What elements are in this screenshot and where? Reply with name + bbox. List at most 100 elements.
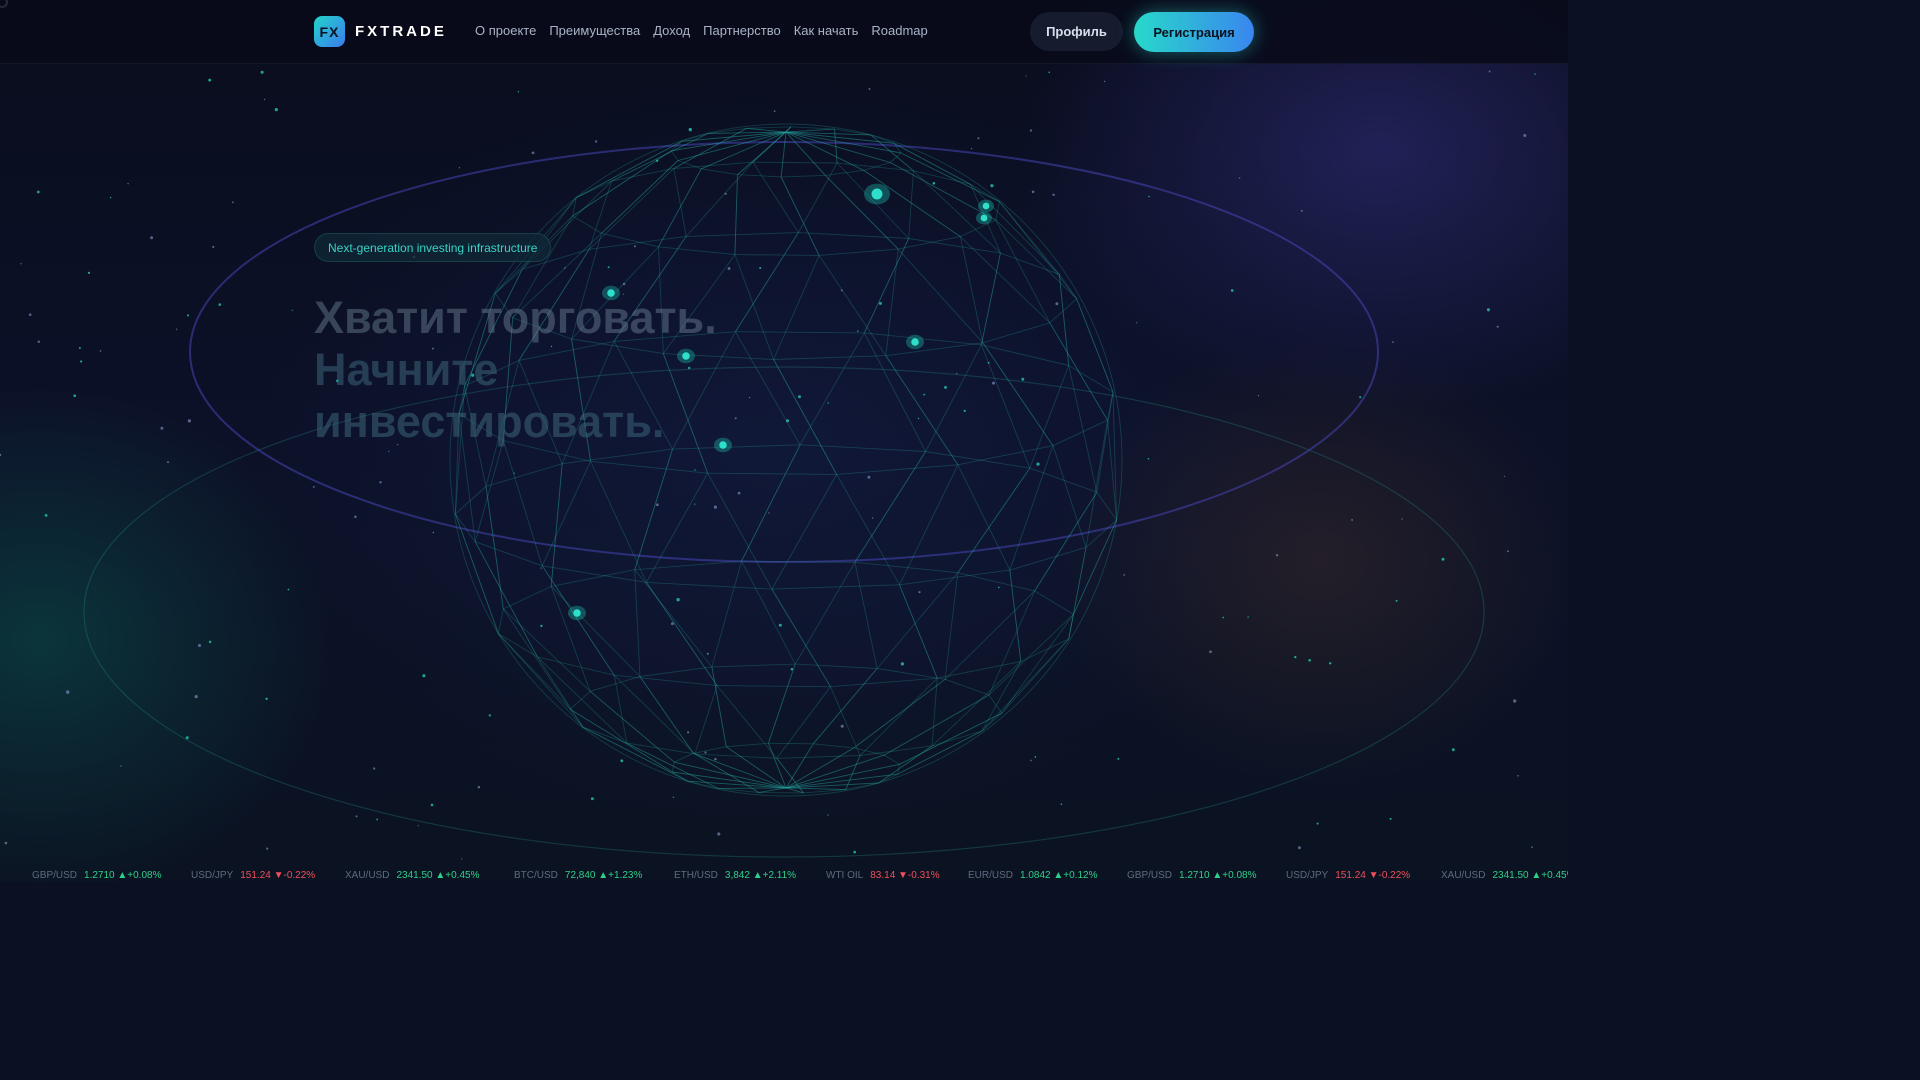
star: [194, 695, 198, 699]
globe-edge: [634, 569, 641, 677]
globe-edge: [813, 743, 854, 749]
star: [66, 690, 70, 694]
star: [594, 140, 598, 143]
ticker-item: USD/JPY 151.24 ▼-0.22%: [191, 870, 315, 881]
star: [1488, 70, 1491, 73]
globe-edge: [589, 690, 675, 763]
globe-edge: [908, 170, 914, 239]
logo[interactable]: FX FXTRADE: [314, 16, 447, 47]
globe-edge: [982, 342, 1054, 446]
globe-edge: [988, 590, 1036, 696]
star: [1247, 616, 1249, 618]
ticker-value: 1.2710 ▲+0.08%: [1179, 870, 1257, 881]
star: [432, 531, 435, 534]
nav-link-roadmap[interactable]: Roadmap: [871, 23, 927, 38]
globe-edge: [726, 746, 787, 789]
star: [827, 814, 829, 816]
ticker-item: EUR/USD 1.0842 ▲+0.12%: [968, 870, 1097, 881]
globe-edge: [957, 445, 1054, 466]
star: [1294, 655, 1297, 659]
star: [430, 803, 434, 807]
globe-edge: [734, 254, 820, 256]
globe-edge: [819, 248, 899, 256]
star: [1048, 71, 1051, 74]
globe-edge: [726, 742, 769, 748]
globe-edge: [767, 663, 796, 744]
globe-edge: [639, 666, 712, 677]
star: [694, 469, 696, 471]
ticker-pair: XAU/USD: [1441, 870, 1486, 881]
nav-link-income[interactable]: Доход: [653, 23, 690, 38]
logo-badge: FX: [314, 16, 345, 47]
star: [1359, 396, 1362, 399]
star: [1209, 650, 1212, 654]
globe-edge: [771, 588, 831, 687]
globe-edge: [639, 676, 694, 754]
globe-edge: [970, 183, 1060, 275]
globe-edge: [716, 685, 778, 759]
star: [900, 662, 905, 666]
globe-edge: [590, 460, 708, 474]
globe-edge: [671, 762, 675, 773]
star: [1052, 193, 1055, 197]
logo-text: FXTRADE: [355, 23, 447, 40]
star: [287, 588, 290, 591]
star: [186, 314, 190, 317]
star: [1123, 574, 1126, 576]
star: [977, 137, 980, 140]
star: [1523, 133, 1527, 138]
ticker-value: 1.0842 ▲+0.12%: [1020, 870, 1098, 881]
ticker-item: WTI OIL 83.14 ▼-0.31%: [826, 870, 940, 881]
star: [274, 107, 278, 112]
nav-link-partnership[interactable]: Партнерство: [703, 23, 781, 38]
star: [517, 91, 520, 93]
globe-edge: [1107, 391, 1114, 421]
star: [1300, 209, 1303, 212]
globe-edge: [780, 132, 787, 177]
globe-edge: [794, 562, 856, 665]
globe-edge: [485, 463, 563, 487]
globe-edge: [836, 474, 900, 586]
globe-edge: [711, 561, 742, 668]
profile-button[interactable]: Профиль: [1030, 12, 1123, 51]
star: [1534, 73, 1536, 75]
star: [197, 643, 202, 648]
star: [1238, 177, 1241, 179]
nav-link-about[interactable]: О проекте: [475, 23, 536, 38]
nav-link-advantages[interactable]: Преимущества: [549, 23, 640, 38]
star: [376, 818, 378, 821]
star: [1060, 803, 1063, 805]
star: [778, 623, 782, 627]
star: [540, 624, 543, 628]
globe-edge: [988, 613, 1074, 696]
star: [263, 98, 266, 101]
star: [853, 850, 856, 854]
star: [291, 309, 293, 311]
globe-edge: [899, 584, 938, 679]
star: [417, 824, 419, 827]
globe-edge: [589, 235, 687, 250]
main-nav: О проекте Преимущества Доход Партнерство…: [475, 23, 928, 38]
globe-edge: [737, 174, 782, 178]
hero-title-line-3: инвестировать.: [314, 396, 665, 447]
star: [120, 765, 122, 767]
star: [355, 815, 358, 818]
register-button[interactable]: Регистрация: [1134, 12, 1254, 52]
star: [79, 360, 83, 363]
globe-edge: [768, 742, 814, 745]
globe-node: [573, 609, 581, 617]
star: [773, 110, 776, 113]
nav-link-how-to-start[interactable]: Как начать: [794, 23, 859, 38]
star: [656, 503, 659, 507]
globe-edge: [781, 174, 826, 178]
globe-edge: [899, 464, 959, 585]
star: [78, 346, 81, 349]
star: [868, 88, 871, 90]
ticker-item: BTC/USD 72,840 ▲+1.23%: [514, 870, 642, 881]
star: [160, 426, 164, 430]
star: [713, 505, 717, 509]
globe-edge: [717, 685, 831, 688]
globe-edge: [925, 451, 1030, 469]
star: [991, 381, 996, 385]
globe-edge: [883, 754, 900, 765]
